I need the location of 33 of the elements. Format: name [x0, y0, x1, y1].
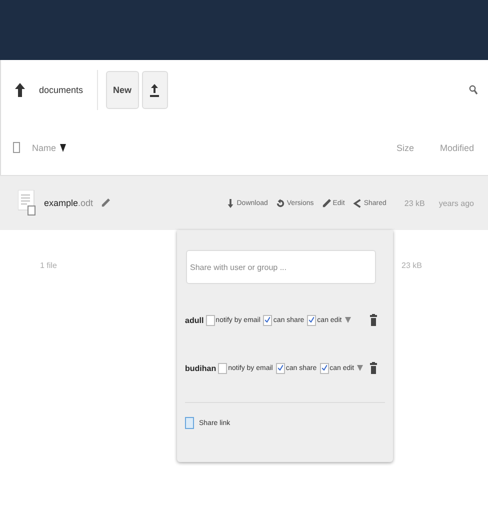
upload-icon: [150, 84, 160, 96]
home-icon[interactable]: [15, 83, 25, 97]
upload-button[interactable]: [142, 71, 168, 109]
breadcrumb-link[interactable]: documents: [25, 70, 98, 110]
dropdown-icon[interactable]: [357, 365, 364, 371]
checkbox[interactable]: [185, 417, 194, 429]
sort-icon: [60, 144, 66, 152]
delete-icon[interactable]: [370, 314, 377, 326]
share-icon: [352, 198, 362, 208]
checkbox[interactable]: [13, 142, 20, 153]
download-icon: [226, 198, 235, 208]
share-input-field[interactable]: Share with user or group ...: [186, 250, 376, 284]
checkbox[interactable]: [320, 362, 329, 374]
total-size: 23 kB: [402, 260, 422, 270]
checkbox[interactable]: [206, 314, 215, 326]
checkbox[interactable]: [218, 362, 228, 374]
share-user: adull: [185, 316, 204, 324]
history-icon: [276, 198, 285, 208]
new-button[interactable]: New: [106, 71, 139, 109]
file-modified: years ago: [438, 198, 474, 208]
checkbox[interactable]: [307, 314, 316, 326]
file-count: 1 file: [40, 260, 57, 270]
dropdown-icon[interactable]: [344, 317, 351, 323]
rename-icon[interactable]: [101, 198, 110, 208]
share-user: budihan: [185, 364, 216, 372]
file-size: 23 kB: [404, 198, 425, 208]
checkbox[interactable]: [276, 362, 285, 374]
pencil-icon: [322, 198, 331, 208]
checkbox[interactable]: [263, 314, 272, 326]
search-icon[interactable]: [469, 85, 478, 95]
delete-icon[interactable]: [370, 362, 377, 374]
file-name[interactable]: example.odt: [44, 198, 94, 208]
document-icon: [18, 190, 38, 216]
